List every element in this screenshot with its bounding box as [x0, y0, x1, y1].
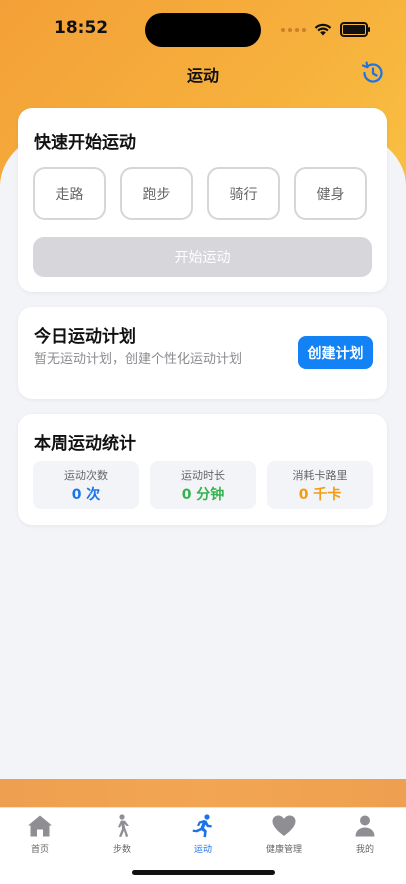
walk-icon: [118, 814, 129, 837]
home-indicator: [132, 870, 275, 875]
person-icon: [355, 815, 375, 837]
tab-profile-label: 我的: [355, 845, 374, 855]
tab-home-label: 首页: [30, 845, 49, 855]
stat-count-label: 运动次数: [64, 469, 108, 482]
heart-icon: [272, 815, 296, 836]
sport-cycle-button[interactable]: 骑行: [207, 167, 280, 220]
signal-icon: [281, 27, 306, 32]
stat-count-value: 0 次: [71, 487, 101, 503]
dynamic-island: [145, 13, 261, 47]
wifi-icon: [314, 23, 332, 36]
tab-exercise[interactable]: 运动: [173, 814, 233, 855]
plan-title: 今日运动计划: [34, 327, 136, 347]
sport-walk-button[interactable]: 走路: [33, 167, 106, 220]
today-plan-card: 今日运动计划 暂无运动计划，创建个性化运动计划 创建计划: [18, 307, 387, 399]
stat-duration: 运动时长 0 分钟: [150, 461, 256, 509]
start-exercise-button[interactable]: 开始运动: [33, 237, 372, 277]
tab-home[interactable]: 首页: [10, 814, 70, 855]
home-icon: [28, 815, 52, 837]
stat-calories: 消耗卡路里 0 千卡: [267, 461, 373, 509]
stat-duration-label: 运动时长: [181, 469, 225, 482]
quick-start-card: 快速开始运动 走路 跑步 骑行 健身 开始运动: [18, 108, 387, 292]
history-icon[interactable]: [360, 60, 386, 86]
run-icon: [192, 814, 212, 838]
sport-run-button[interactable]: 跑步: [120, 167, 193, 220]
stat-duration-value: 0 分钟: [181, 487, 225, 503]
stats-title: 本周运动统计: [34, 434, 136, 454]
status-time: 18:52: [54, 18, 109, 38]
quick-start-title: 快速开始运动: [34, 133, 136, 153]
status-icons: [281, 22, 370, 37]
stat-calories-value: 0 千卡: [298, 487, 342, 503]
tab-profile[interactable]: 我的: [335, 814, 395, 855]
bottom-banner-strip: [0, 779, 406, 807]
page-title: 运动: [186, 66, 219, 85]
tab-health[interactable]: 健康管理: [254, 814, 314, 855]
stat-calories-label: 消耗卡路里: [292, 469, 348, 482]
tab-exercise-label: 运动: [193, 845, 212, 855]
status-bar: 18:52: [0, 0, 406, 58]
create-plan-button[interactable]: 创建计划: [298, 336, 373, 369]
sport-fitness-button[interactable]: 健身: [294, 167, 367, 220]
weekly-stats-card: 本周运动统计 运动次数 0 次 运动时长 0 分钟 消耗卡路里 0 千卡: [18, 414, 387, 525]
plan-description: 暂无运动计划，创建个性化运动计划: [34, 352, 243, 367]
tab-steps-label: 步数: [112, 845, 131, 855]
tab-steps[interactable]: 步数: [92, 814, 152, 855]
battery-icon: [340, 22, 370, 37]
tab-health-label: 健康管理: [265, 845, 302, 855]
stat-count: 运动次数 0 次: [33, 461, 139, 509]
